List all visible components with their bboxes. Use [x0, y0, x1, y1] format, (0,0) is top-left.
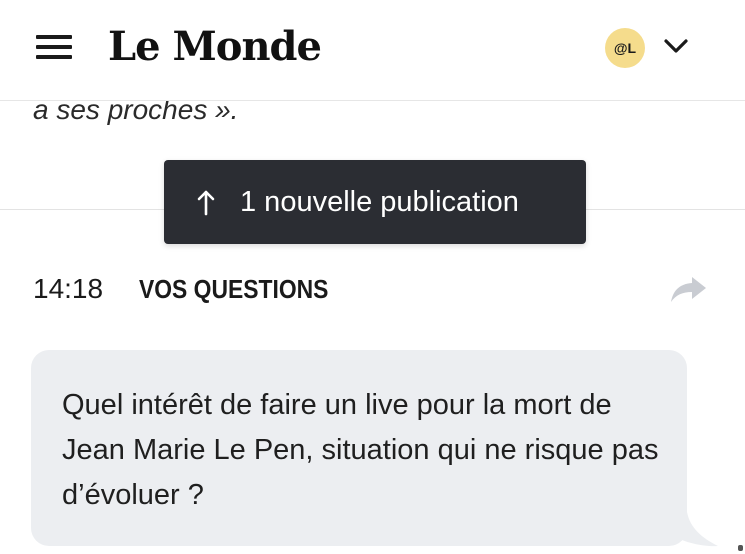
arrow-up-icon — [197, 190, 215, 216]
menu-bar — [36, 35, 72, 39]
menu-bar — [36, 45, 72, 49]
new-publication-button[interactable]: 1 nouvelle publication — [164, 160, 586, 244]
scroll-indicator — [738, 545, 743, 551]
menu-bar — [36, 55, 72, 59]
question-text: Quel intérêt de faire un live pour la mo… — [62, 389, 659, 511]
post-timestamp: 14:18 — [33, 273, 104, 304]
chevron-down-icon[interactable] — [662, 34, 690, 58]
account-avatar[interactable]: @L — [605, 28, 645, 68]
menu-icon[interactable] — [36, 32, 72, 62]
live-page: a ses proches ». Le Monde @L 1 nouvelle … — [0, 0, 745, 554]
le-monde-logo[interactable]: Le Monde — [108, 22, 322, 72]
top-header: Le Monde @L — [0, 0, 745, 101]
new-publication-label: 1 nouvelle publication — [240, 186, 519, 218]
share-arrow-icon[interactable] — [668, 274, 708, 304]
post-category: VOS QUESTIONS — [139, 274, 329, 304]
